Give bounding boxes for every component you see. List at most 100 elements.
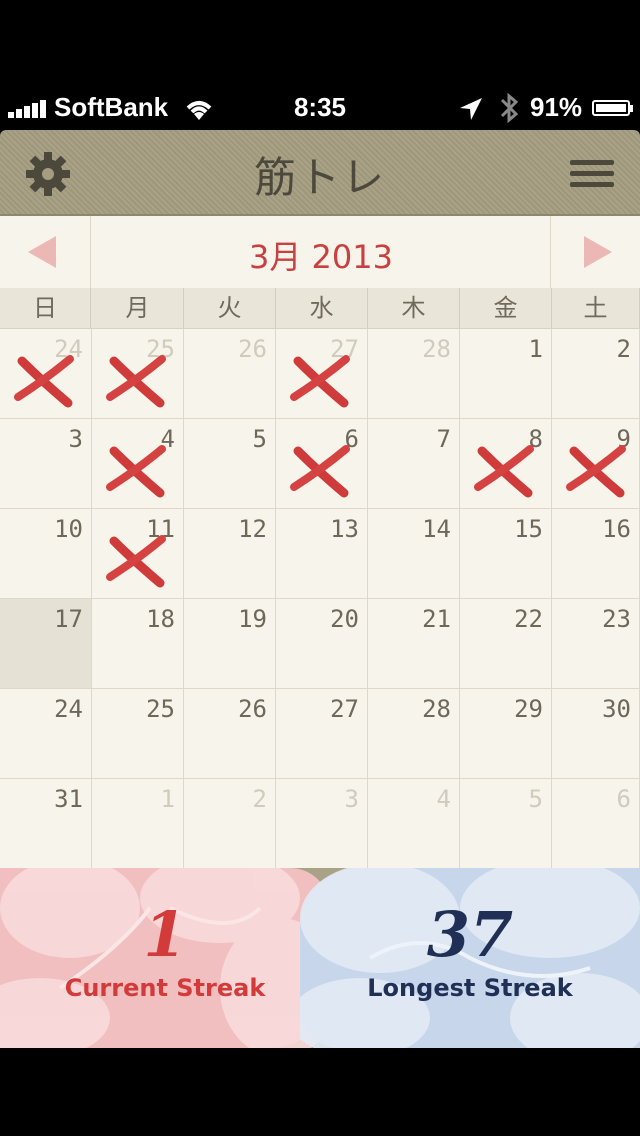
day-cell[interactable]: 26 bbox=[184, 329, 276, 419]
day-cell[interactable]: 6 bbox=[552, 779, 640, 869]
workout-done-x-icon bbox=[106, 535, 166, 588]
longest-streak-value: 37 bbox=[426, 898, 514, 971]
day-number: 25 bbox=[146, 695, 175, 723]
day-number: 3 bbox=[344, 785, 359, 813]
day-cell[interactable]: 24 bbox=[0, 689, 92, 779]
day-number: 3 bbox=[68, 425, 83, 453]
day-number: 10 bbox=[54, 515, 83, 543]
day-cell[interactable]: 17 bbox=[0, 599, 92, 689]
day-cell[interactable]: 18 bbox=[92, 599, 184, 689]
day-number: 4 bbox=[436, 785, 451, 813]
day-cell[interactable]: 23 bbox=[552, 599, 640, 689]
workout-done-x-icon bbox=[474, 445, 534, 498]
day-cell[interactable]: 24 bbox=[0, 329, 92, 419]
day-cell[interactable]: 15 bbox=[460, 509, 552, 599]
weekday-header: 日月火水木金土 bbox=[0, 288, 640, 329]
day-cell[interactable]: 28 bbox=[368, 689, 460, 779]
day-cell[interactable]: 27 bbox=[276, 689, 368, 779]
next-month-icon[interactable] bbox=[584, 236, 612, 268]
day-number: 29 bbox=[514, 695, 543, 723]
day-number: 15 bbox=[514, 515, 543, 543]
day-number: 1 bbox=[160, 785, 175, 813]
bluetooth-icon bbox=[500, 92, 519, 124]
day-number: 16 bbox=[602, 515, 631, 543]
weekday-label: 金 bbox=[460, 288, 552, 328]
day-cell[interactable]: 10 bbox=[0, 509, 92, 599]
day-cell[interactable]: 25 bbox=[92, 329, 184, 419]
day-cell[interactable]: 3 bbox=[0, 419, 92, 509]
day-cell[interactable]: 19 bbox=[184, 599, 276, 689]
day-cell[interactable]: 11 bbox=[92, 509, 184, 599]
day-number: 1 bbox=[528, 335, 543, 363]
day-cell[interactable]: 9 bbox=[552, 419, 640, 509]
day-cell[interactable]: 2 bbox=[184, 779, 276, 869]
day-number: 5 bbox=[252, 425, 267, 453]
battery-tip bbox=[630, 105, 633, 112]
current-streak-value: 1 bbox=[143, 898, 187, 971]
day-cell[interactable]: 1 bbox=[92, 779, 184, 869]
day-number: 21 bbox=[422, 605, 451, 633]
day-number: 7 bbox=[436, 425, 451, 453]
day-number: 18 bbox=[146, 605, 175, 633]
workout-done-x-icon bbox=[290, 445, 350, 498]
day-number: 14 bbox=[422, 515, 451, 543]
weekday-label: 月 bbox=[92, 288, 184, 328]
day-cell[interactable]: 20 bbox=[276, 599, 368, 689]
current-streak-label: Current Streak bbox=[64, 974, 266, 1002]
day-cell[interactable]: 4 bbox=[92, 419, 184, 509]
location-icon bbox=[460, 98, 482, 120]
day-cell[interactable]: 7 bbox=[368, 419, 460, 509]
day-cell[interactable]: 30 bbox=[552, 689, 640, 779]
streaks-panel: 1 Current Streak 37 Longest Streak bbox=[0, 868, 640, 1048]
day-number: 28 bbox=[422, 695, 451, 723]
day-cell[interactable]: 5 bbox=[460, 779, 552, 869]
day-cell[interactable]: 25 bbox=[92, 689, 184, 779]
day-cell[interactable]: 6 bbox=[276, 419, 368, 509]
day-number: 24 bbox=[54, 695, 83, 723]
day-number: 22 bbox=[514, 605, 543, 633]
day-cell[interactable]: 31 bbox=[0, 779, 92, 869]
day-cell[interactable]: 2 bbox=[552, 329, 640, 419]
day-number: 5 bbox=[528, 785, 543, 813]
battery-icon bbox=[592, 100, 630, 116]
day-number: 19 bbox=[238, 605, 267, 633]
day-number: 31 bbox=[54, 785, 83, 813]
battery-percent: 91% bbox=[530, 92, 583, 122]
day-cell[interactable]: 22 bbox=[460, 599, 552, 689]
day-number: 28 bbox=[422, 335, 451, 363]
day-number: 2 bbox=[616, 335, 631, 363]
calendar: 3月 2013 日月火水木金土 24 25 26 27 28 1 2 3 4 5 6 7 8 9 10 11 1… bbox=[0, 216, 640, 869]
list-icon[interactable] bbox=[570, 160, 614, 193]
workout-done-x-icon bbox=[566, 445, 626, 498]
day-number: 12 bbox=[238, 515, 267, 543]
day-cell[interactable]: 29 bbox=[460, 689, 552, 779]
day-number: 2 bbox=[252, 785, 267, 813]
current-streak-card: 1 Current Streak bbox=[0, 868, 330, 1048]
day-cell[interactable]: 5 bbox=[184, 419, 276, 509]
day-cell[interactable]: 16 bbox=[552, 509, 640, 599]
day-number: 26 bbox=[238, 695, 267, 723]
day-number: 23 bbox=[602, 605, 631, 633]
day-cell[interactable]: 3 bbox=[276, 779, 368, 869]
day-cell[interactable]: 8 bbox=[460, 419, 552, 509]
day-number: 26 bbox=[238, 335, 267, 363]
day-cell[interactable]: 12 bbox=[184, 509, 276, 599]
day-cell[interactable]: 13 bbox=[276, 509, 368, 599]
workout-done-x-icon bbox=[14, 355, 74, 408]
day-cell[interactable]: 26 bbox=[184, 689, 276, 779]
weekday-label: 日 bbox=[0, 288, 91, 328]
day-number: 30 bbox=[602, 695, 631, 723]
prev-month-icon[interactable] bbox=[28, 236, 56, 268]
workout-done-x-icon bbox=[106, 445, 166, 498]
day-number: 6 bbox=[616, 785, 631, 813]
longest-streak-card: 37 Longest Streak bbox=[300, 868, 640, 1048]
day-cell[interactable]: 4 bbox=[368, 779, 460, 869]
day-cell[interactable]: 14 bbox=[368, 509, 460, 599]
weekday-label: 火 bbox=[184, 288, 276, 328]
day-cell[interactable]: 27 bbox=[276, 329, 368, 419]
day-number: 20 bbox=[330, 605, 359, 633]
day-cell[interactable]: 28 bbox=[368, 329, 460, 419]
day-cell[interactable]: 21 bbox=[368, 599, 460, 689]
page-title: 筋トレ bbox=[253, 153, 386, 202]
day-cell[interactable]: 1 bbox=[460, 329, 552, 419]
